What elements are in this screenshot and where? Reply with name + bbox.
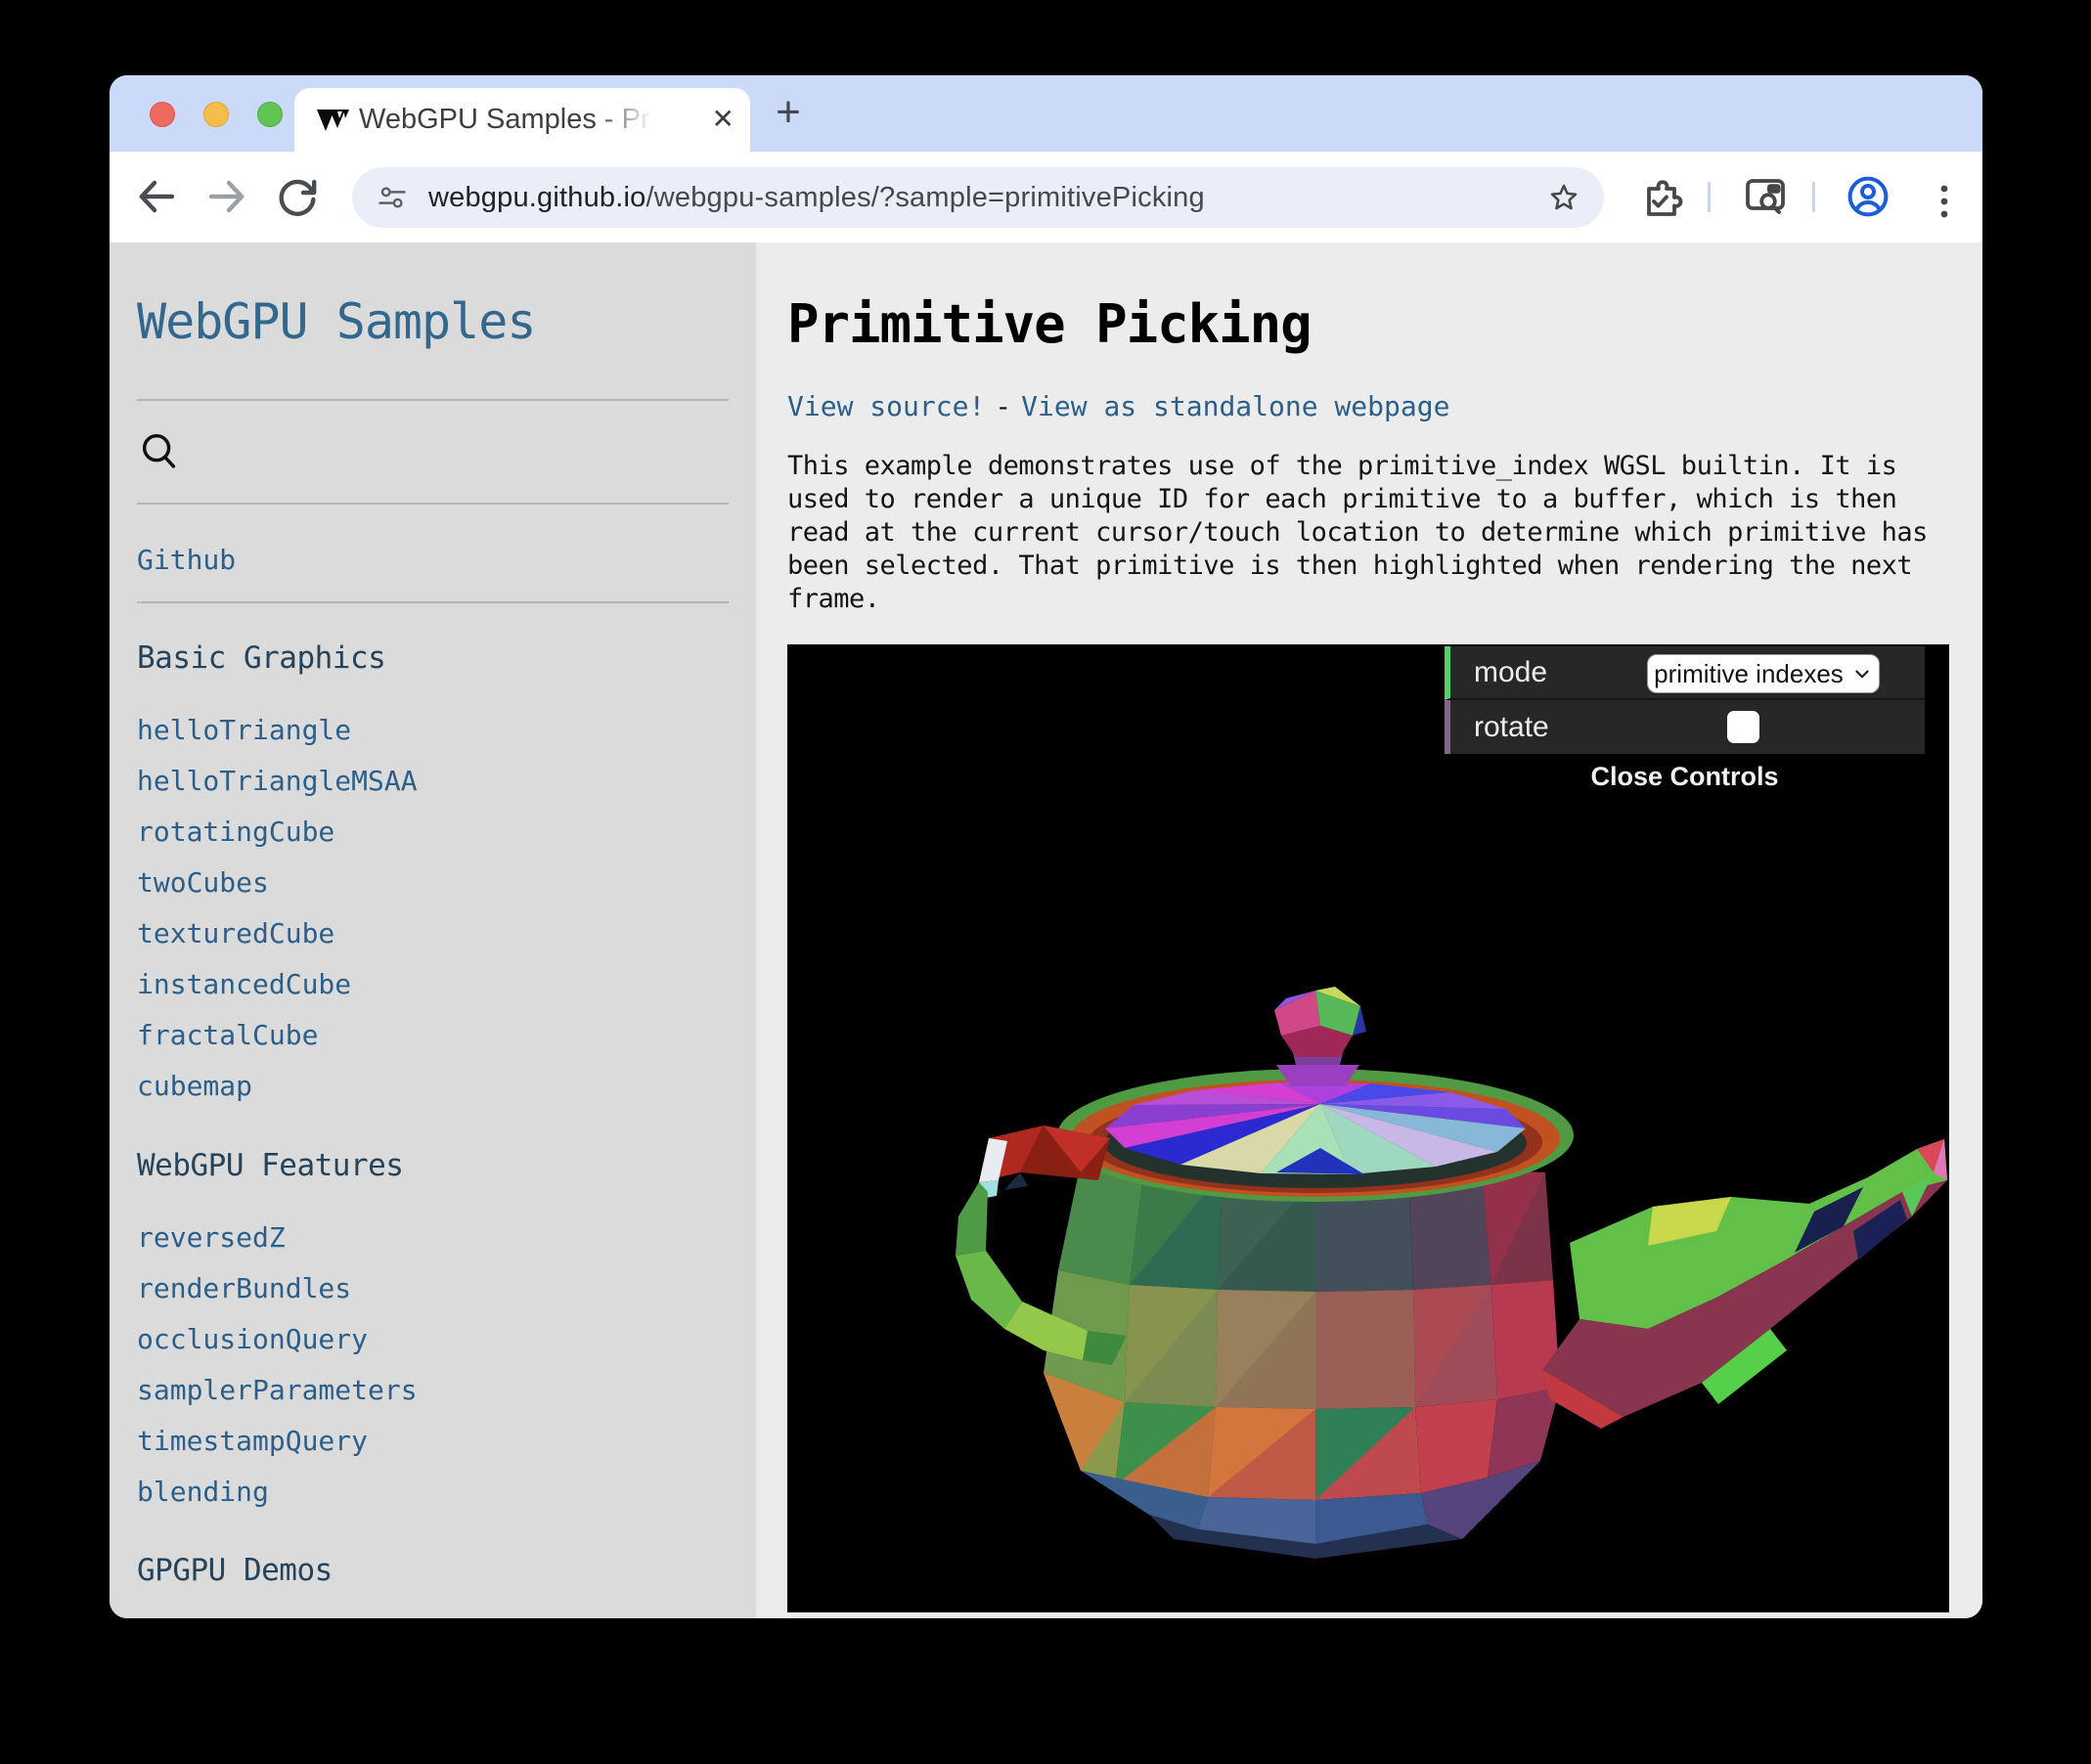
forward-button[interactable]: [203, 173, 250, 220]
rotate-checkbox[interactable]: [1727, 711, 1759, 743]
sidebar-link[interactable]: helloTriangle: [137, 715, 351, 746]
window-zoom-button[interactable]: [257, 102, 283, 127]
gui-row-rotate: rotate: [1445, 700, 1925, 754]
bookmark-star-icon[interactable]: [1547, 181, 1580, 214]
new-tab-button[interactable]: +: [763, 87, 814, 140]
sidebar-section-list: reversedZ renderBundles occlusionQuery s…: [137, 1222, 729, 1508]
sidebar-link[interactable]: renderBundles: [137, 1273, 351, 1304]
window-minimize-button[interactable]: [203, 102, 229, 127]
url-bar[interactable]: webgpu.github.io/webgpu-samples/?sample=…: [352, 167, 1604, 228]
sidebar-title: WebGPU Samples: [137, 293, 729, 350]
sidebar-link[interactable]: twoCubes: [137, 867, 269, 899]
sidebar-link[interactable]: occlusionQuery: [137, 1324, 368, 1355]
gui-row-mode: mode primitive indexes: [1445, 646, 1925, 700]
sidebar-link[interactable]: blending: [137, 1477, 269, 1508]
sidebar-link[interactable]: helloTriangleMSAA: [137, 766, 418, 797]
link-separator: -: [985, 390, 1021, 422]
search-icon: [137, 429, 182, 474]
sample-main: Primitive Picking View source!-View as s…: [756, 243, 1982, 1618]
tab-close-icon[interactable]: ✕: [712, 88, 734, 152]
github-link[interactable]: Github: [137, 544, 236, 576]
gui-panel: mode primitive indexes rotate: [1445, 646, 1925, 799]
site-settings-icon[interactable]: [378, 183, 407, 212]
tab-title-fade: [596, 92, 666, 149]
window-close-button[interactable]: [150, 102, 175, 127]
tab-strip: WebGPU Samples - Primitive ✕ +: [110, 75, 1982, 152]
sidebar-link[interactable]: timestampQuery: [137, 1426, 368, 1457]
url-path: /webgpu-samples/?sample=primitivePicking: [645, 182, 1204, 213]
close-controls-button[interactable]: Close Controls: [1445, 754, 1925, 799]
source-links-row: View source!-View as standalone webpage: [787, 390, 1982, 422]
sidebar-section-heading: GPGPU Demos: [137, 1553, 729, 1588]
mode-select-value: primitive indexes: [1654, 659, 1844, 689]
sidebar-link[interactable]: samplerParameters: [137, 1375, 418, 1406]
rotate-label: rotate: [1474, 711, 1549, 744]
browser-menu-icon[interactable]: [1921, 178, 1968, 225]
reload-button[interactable]: [274, 173, 321, 220]
url-domain: webgpu.github.io: [428, 182, 645, 213]
page-content: WebGPU Samples Github Basic Graphics hel…: [110, 243, 1982, 1618]
standalone-link[interactable]: View as standalone webpage: [1021, 390, 1449, 422]
webgpu-canvas[interactable]: mode primitive indexes rotate: [787, 644, 1949, 1612]
sidebar-section-list: helloTriangle helloTriangleMSAA rotating…: [137, 715, 729, 1102]
browser-window: WebGPU Samples - Primitive ✕ +: [110, 75, 1982, 1618]
extensions-icon[interactable]: [1639, 173, 1686, 220]
profile-avatar-icon[interactable]: [1845, 173, 1891, 220]
sidebar-link[interactable]: cubemap: [137, 1071, 252, 1102]
view-source-link[interactable]: View source!: [787, 390, 985, 422]
browser-tab[interactable]: WebGPU Samples - Primitive ✕: [294, 88, 750, 152]
sidebar-divider: [137, 601, 729, 603]
chevron-down-icon: [1851, 663, 1873, 684]
sidebar-link[interactable]: instancedCube: [137, 969, 351, 1000]
side-panel-search-icon[interactable]: [1742, 173, 1789, 220]
browser-toolbar: webgpu.github.io/webgpu-samples/?sample=…: [110, 152, 1982, 243]
webgpu-favicon-icon: [316, 107, 351, 134]
sidebar-link[interactable]: rotatingCube: [137, 816, 334, 848]
sidebar-section-heading: WebGPU Features: [137, 1148, 729, 1183]
toolbar-divider: [1812, 182, 1815, 212]
sidebar-section-heading: Basic Graphics: [137, 640, 729, 676]
sidebar-link[interactable]: texturedCube: [137, 918, 334, 949]
sidebar-link[interactable]: reversedZ: [137, 1222, 286, 1254]
back-button[interactable]: [133, 173, 180, 220]
screenshot-background: WebGPU Samples - Primitive ✕ +: [0, 0, 2091, 1764]
mode-label: mode: [1474, 656, 1547, 689]
mode-select[interactable]: primitive indexes: [1647, 654, 1880, 693]
toolbar-divider: [1708, 182, 1711, 212]
sample-description: This example demonstrates use of the pri…: [787, 450, 1982, 616]
sidebar-link[interactable]: fractalCube: [137, 1020, 318, 1051]
search-input[interactable]: [137, 401, 729, 503]
sidebar-divider: [137, 503, 729, 505]
url-text: webgpu.github.io/webgpu-samples/?sample=…: [428, 182, 1205, 214]
samples-sidebar: WebGPU Samples Github Basic Graphics hel…: [110, 243, 756, 1618]
page-title: Primitive Picking: [787, 293, 1982, 355]
